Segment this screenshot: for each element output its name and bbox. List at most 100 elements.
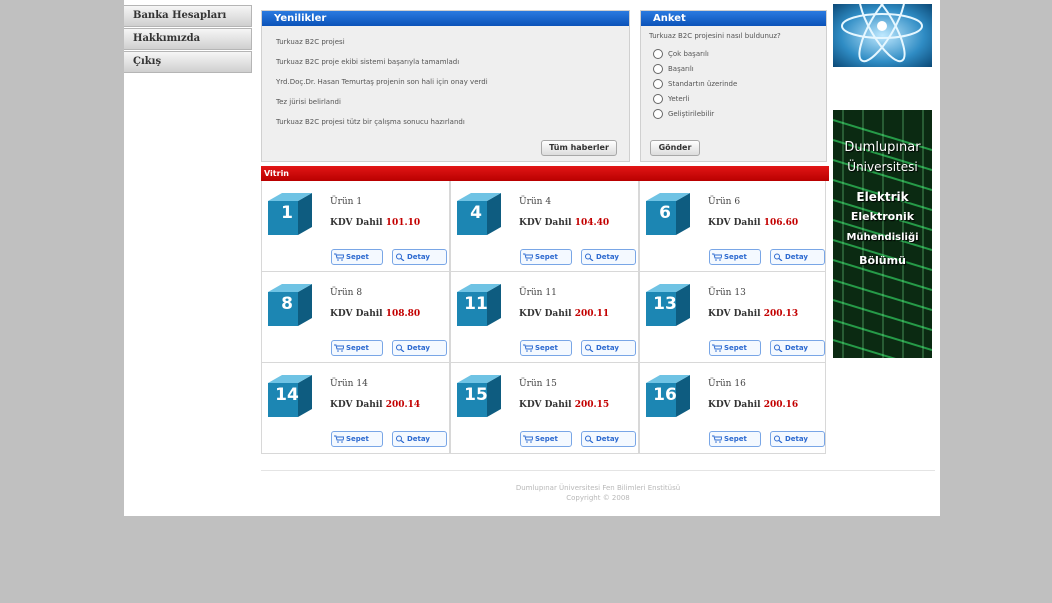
product-price: 101.10	[385, 218, 421, 228]
add-to-cart-button[interactable]: Sepet	[331, 340, 383, 356]
product-cube-icon[interactable]: 4	[457, 193, 505, 237]
menu-item-bank-accounts[interactable]: Banka Hesapları	[124, 5, 252, 27]
product-name[interactable]: Ürün 13	[708, 288, 746, 298]
banner-line: Üniversitesi	[847, 160, 918, 174]
product-detail-button[interactable]: Detay	[770, 249, 825, 265]
product-name[interactable]: Ürün 11	[519, 288, 557, 298]
product-grid: 1 Ürün 1 KDV Dahil 101.10 Sepet Detay 4 …	[261, 181, 826, 454]
product-detail-button[interactable]: Detay	[581, 431, 636, 447]
product-name[interactable]: Ürün 6	[708, 197, 740, 207]
page-container: Banka Hesapları Hakkımızda Çıkış Yenilik…	[124, 0, 940, 516]
poll-option-label: Çok başarılı	[668, 49, 709, 58]
kdv-label: KDV Dahil	[330, 218, 383, 228]
magnifier-icon	[585, 435, 594, 443]
news-item[interactable]: Yrd.Doç.Dr. Hasan Temurtaş projenin son …	[276, 72, 629, 92]
poll-option-label: Standartın üzerinde	[668, 79, 738, 88]
product-card: 13 Ürün 13 KDV Dahil 200.13 Sepet Detay	[639, 272, 826, 363]
magnifier-icon	[774, 435, 783, 443]
menu-item-about[interactable]: Hakkımızda	[124, 28, 252, 50]
cart-button-label: Sepet	[535, 253, 558, 261]
product-card: 14 Ürün 14 KDV Dahil 200.14 Sepet Detay	[261, 363, 450, 454]
poll-send-button[interactable]: Gönder	[650, 140, 700, 156]
cart-icon	[523, 435, 533, 443]
poll-option[interactable]: Geliştirilebilir	[653, 106, 826, 121]
news-panel: Yenilikler Turkuaz B2C projesi Turkuaz B…	[261, 10, 630, 162]
radio-button[interactable]	[653, 93, 663, 104]
poll-option-label: Geliştirilebilir	[668, 109, 715, 118]
product-detail-button[interactable]: Detay	[392, 431, 447, 447]
add-to-cart-button[interactable]: Sepet	[520, 431, 572, 447]
product-detail-button[interactable]: Detay	[581, 249, 636, 265]
product-cube-icon[interactable]: 11	[457, 284, 505, 328]
product-name[interactable]: Ürün 15	[519, 379, 557, 389]
product-cube-icon[interactable]: 15	[457, 375, 505, 419]
news-item[interactable]: Tez jürisi belirlandi	[276, 92, 629, 112]
vitrin-title: Vitrin	[261, 166, 829, 181]
poll-option[interactable]: Yeterli	[653, 91, 826, 106]
add-to-cart-button[interactable]: Sepet	[520, 249, 572, 265]
product-cube-icon[interactable]: 6	[646, 193, 694, 237]
product-cube-icon[interactable]: 13	[646, 284, 694, 328]
add-to-cart-button[interactable]: Sepet	[520, 340, 572, 356]
product-detail-button[interactable]: Detay	[392, 340, 447, 356]
news-item[interactable]: Turkuaz B2C proje ekibi sistemi başarıyl…	[276, 52, 629, 72]
banner-line: Elektrik	[856, 190, 909, 204]
product-name[interactable]: Ürün 8	[330, 288, 362, 298]
kdv-label: KDV Dahil	[708, 218, 761, 228]
atom-image	[833, 4, 932, 67]
cart-button-label: Sepet	[724, 344, 747, 352]
magnifier-icon	[396, 435, 405, 443]
product-number: 11	[464, 294, 488, 314]
product-price: 200.13	[763, 309, 799, 319]
add-to-cart-button[interactable]: Sepet	[331, 431, 383, 447]
product-cube-icon[interactable]: 14	[268, 375, 316, 419]
detail-button-label: Detay	[785, 435, 808, 443]
product-cube-icon[interactable]: 1	[268, 193, 316, 237]
footer-divider	[261, 470, 935, 471]
poll-option[interactable]: Çok başarılı	[653, 46, 826, 61]
product-name[interactable]: Ürün 4	[519, 197, 551, 207]
product-name[interactable]: Ürün 14	[330, 379, 368, 389]
cart-button-label: Sepet	[346, 253, 369, 261]
all-news-button[interactable]: Tüm haberler	[541, 140, 617, 156]
add-to-cart-button[interactable]: Sepet	[709, 249, 761, 265]
product-number: 14	[275, 385, 299, 405]
product-number: 8	[281, 294, 293, 314]
news-item[interactable]: Turkuaz B2C projesi tütz bir çalışma son…	[276, 112, 629, 132]
add-to-cart-button[interactable]: Sepet	[709, 431, 761, 447]
radio-button[interactable]	[653, 63, 663, 74]
add-to-cart-button[interactable]: Sepet	[331, 249, 383, 265]
product-name[interactable]: Ürün 1	[330, 197, 362, 207]
product-cube-icon[interactable]: 16	[646, 375, 694, 419]
kdv-label: KDV Dahil	[330, 400, 383, 410]
product-detail-button[interactable]: Detay	[770, 431, 825, 447]
side-menu: Banka Hesapları Hakkımızda Çıkış	[124, 5, 252, 74]
product-price-line: KDV Dahil 104.40	[519, 218, 609, 228]
poll-question: Turkuaz B2C projesini nasıl buldunuz?	[649, 32, 781, 40]
cart-button-label: Sepet	[346, 344, 369, 352]
product-name[interactable]: Ürün 16	[708, 379, 746, 389]
news-item[interactable]: Turkuaz B2C projesi	[276, 32, 629, 52]
cart-icon	[334, 253, 344, 261]
product-number: 16	[653, 385, 677, 405]
product-detail-button[interactable]: Detay	[392, 249, 447, 265]
detail-button-label: Detay	[785, 344, 808, 352]
product-cube-icon[interactable]: 8	[268, 284, 316, 328]
magnifier-icon	[396, 344, 405, 352]
add-to-cart-button[interactable]: Sepet	[709, 340, 761, 356]
detail-button-label: Detay	[407, 435, 430, 443]
product-card: 6 Ürün 6 KDV Dahil 106.60 Sepet Detay	[639, 181, 826, 272]
menu-item-logout[interactable]: Çıkış	[124, 51, 252, 73]
radio-button[interactable]	[653, 108, 663, 119]
radio-button[interactable]	[653, 78, 663, 89]
department-banner[interactable]: Dumlupınar Üniversitesi Elektrik Elektro…	[833, 110, 932, 358]
magnifier-icon	[774, 253, 783, 261]
product-detail-button[interactable]: Detay	[581, 340, 636, 356]
radio-button[interactable]	[653, 48, 663, 59]
poll-option[interactable]: Başarılı	[653, 61, 826, 76]
cart-icon	[712, 253, 722, 261]
product-detail-button[interactable]: Detay	[770, 340, 825, 356]
poll-option[interactable]: Standartın üzerinde	[653, 76, 826, 91]
kdv-label: KDV Dahil	[330, 309, 383, 319]
product-number: 15	[464, 385, 488, 405]
